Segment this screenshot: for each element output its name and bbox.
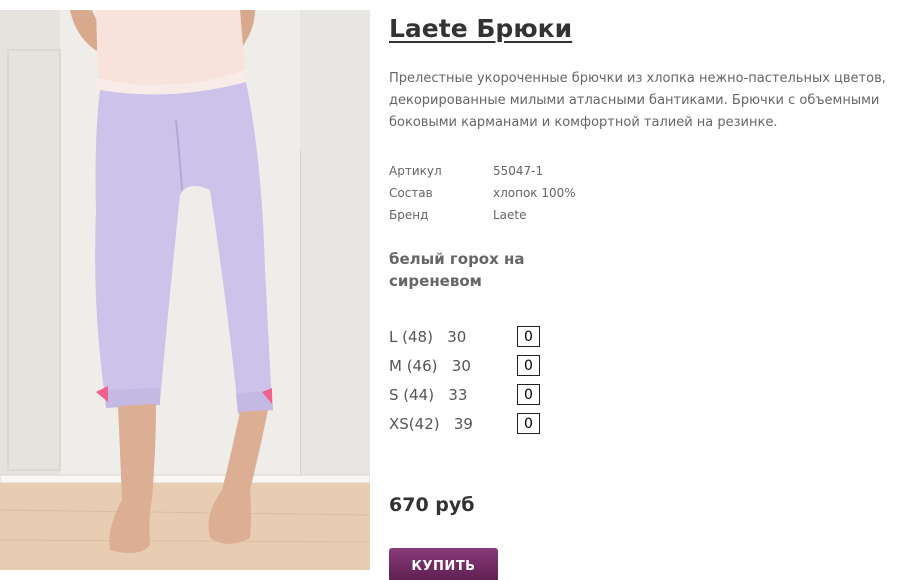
size-label: XS(42) 39 <box>389 414 473 433</box>
spec-key: Состав <box>389 186 433 200</box>
size-row-l: L (48) 30 <box>389 322 909 351</box>
size-row-m: M (46) 30 <box>389 351 909 380</box>
spec-value: 55047-1 <box>493 164 544 178</box>
product-price: 670 руб <box>389 494 475 516</box>
spec-key: Бренд <box>389 208 429 222</box>
size-list: L (48) 30 M (46) 30 S (44) 33 XS(42) 39 <box>389 322 909 438</box>
product-info: Laete Брюки Прелестные укороченные брючк… <box>389 12 909 516</box>
size-label: L (48) 30 <box>389 327 467 346</box>
spec-key: Артикул <box>389 164 442 178</box>
spec-value: хлопок 100% <box>493 186 576 200</box>
quantity-input-l[interactable] <box>517 326 540 347</box>
spec-row-brand: Бренд Laete <box>389 204 909 226</box>
product-photo <box>0 10 370 570</box>
product-specs: Артикул 55047-1 Состав хлопок 100% Бренд… <box>389 160 909 226</box>
spec-row-article: Артикул 55047-1 <box>389 160 909 182</box>
spec-row-composition: Состав хлопок 100% <box>389 182 909 204</box>
quantity-input-m[interactable] <box>517 355 540 376</box>
size-label: M (46) 30 <box>389 356 471 375</box>
size-row-xs: XS(42) 39 <box>389 409 909 438</box>
quantity-input-s[interactable] <box>517 384 540 405</box>
product-title: Laete Брюки <box>389 14 573 43</box>
color-name: белый горох на сиреневом <box>389 250 525 290</box>
size-row-s: S (44) 33 <box>389 380 909 409</box>
product-description: Прелестные укороченные брючки из хлопка … <box>389 71 886 130</box>
buy-button[interactable]: КУПИТЬ <box>389 548 498 580</box>
quantity-input-xs[interactable] <box>517 413 540 434</box>
spec-value: Laete <box>493 208 527 222</box>
photo-illustration <box>0 10 370 570</box>
size-label: S (44) 33 <box>389 385 468 404</box>
